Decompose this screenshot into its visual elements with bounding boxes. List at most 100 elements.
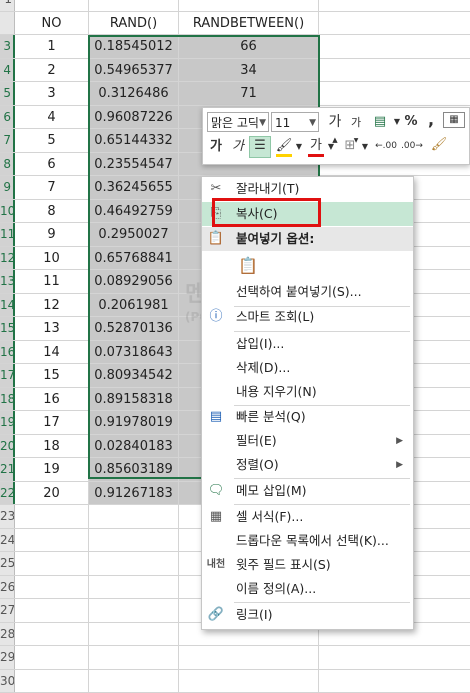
row-header[interactable]: 17	[0, 364, 15, 387]
row-header[interactable]: 14	[0, 294, 15, 317]
fill-color-icon[interactable]: 🖌	[275, 137, 293, 155]
cell-randbetween[interactable]: 66	[179, 35, 319, 58]
cell-no[interactable]: 19	[15, 458, 89, 481]
cell-no[interactable]: 1	[15, 35, 89, 58]
cell[interactable]	[89, 623, 179, 646]
row-header[interactable]: 1	[0, 0, 15, 11]
row-header[interactable]: 12	[0, 247, 15, 270]
cell[interactable]	[15, 529, 89, 552]
row-header[interactable]: 9	[0, 176, 15, 199]
cell-rand[interactable]: 0.89158318	[89, 388, 179, 411]
row-header[interactable]: 6	[0, 106, 15, 129]
row-header[interactable]: 8	[0, 153, 15, 176]
menu-item-paste-special[interactable]: 선택하여 붙여넣기(S)...	[202, 280, 413, 304]
menu-item-filter[interactable]: 필터(E) ▶	[202, 429, 413, 453]
cell[interactable]	[179, 646, 319, 669]
cell[interactable]	[15, 646, 89, 669]
row-header[interactable]: 29	[0, 646, 15, 669]
row-header[interactable]: 3	[0, 35, 15, 58]
cell[interactable]	[179, 0, 319, 11]
row-header[interactable]: 26	[0, 576, 15, 599]
cell-rand[interactable]: 0.2061981	[89, 294, 179, 317]
format-table-icon[interactable]: ▦	[443, 112, 465, 128]
cell-rand[interactable]: 0.91267183	[89, 482, 179, 505]
row-header[interactable]: 28	[0, 623, 15, 646]
row-header[interactable]: 22	[0, 482, 15, 505]
menu-item-sort[interactable]: 정렬(O) ▶	[202, 453, 413, 477]
menu-item-define-name[interactable]: 이름 정의(A)...	[202, 577, 413, 601]
format-painter-icon[interactable]: 🖌	[429, 136, 449, 154]
cell[interactable]	[15, 505, 89, 528]
align-center-icon[interactable]: ☰	[249, 136, 271, 158]
cell-rand[interactable]: 0.02840183	[89, 435, 179, 458]
menu-item-phonetic[interactable]: 내천 윗주 필드 표시(S)	[202, 553, 413, 577]
row-header[interactable]: 24	[0, 529, 15, 552]
row-header[interactable]: 11	[0, 223, 15, 246]
column-header-no[interactable]: NO	[15, 12, 89, 35]
row-header[interactable]: 30	[0, 670, 15, 693]
percent-button[interactable]: %	[403, 113, 419, 131]
row-header[interactable]: 10	[0, 200, 15, 223]
menu-item-cut[interactable]: ✂ 잘라내기(T)	[202, 177, 413, 201]
row-header[interactable]: 25	[0, 552, 15, 575]
cell[interactable]	[319, 12, 470, 35]
font-name-box[interactable]: 맑은 고딕 ▼	[207, 112, 269, 132]
decrease-decimal-button[interactable]: .00→	[401, 137, 423, 155]
cell[interactable]	[319, 82, 470, 105]
cell[interactable]	[89, 0, 179, 11]
cell[interactable]	[15, 623, 89, 646]
cell-randbetween[interactable]: 71	[179, 82, 319, 105]
cell[interactable]	[89, 599, 179, 622]
cell-rand[interactable]: 0.80934542	[89, 364, 179, 387]
cell-rand[interactable]: 0.2950027	[89, 223, 179, 246]
cell[interactable]	[15, 552, 89, 575]
column-header-rand[interactable]: RAND()	[89, 12, 179, 35]
row-header[interactable]: 15	[0, 317, 15, 340]
cell-no[interactable]: 15	[15, 364, 89, 387]
cell-rand[interactable]: 0.36245655	[89, 176, 179, 199]
row-header[interactable]: 19	[0, 411, 15, 434]
comma-button[interactable]: ,	[425, 111, 437, 129]
cell-rand[interactable]: 0.18545012	[89, 35, 179, 58]
menu-item-insert-comment[interactable]: 🗨 메모 삽입(M)	[202, 479, 413, 503]
cell-rand[interactable]: 0.23554547	[89, 153, 179, 176]
cell-rand[interactable]: 0.08929056	[89, 270, 179, 293]
cell[interactable]	[319, 0, 470, 11]
menu-item-pick-dropdown[interactable]: 드롭다운 목록에서 선택(K)...	[202, 529, 413, 553]
menu-item-link[interactable]: 🔗 링크(I)	[202, 603, 413, 627]
cell-rand[interactable]: 0.85603189	[89, 458, 179, 481]
cell[interactable]	[89, 576, 179, 599]
cell[interactable]	[89, 670, 179, 693]
row-header[interactable]: 5	[0, 82, 15, 105]
cell-no[interactable]: 11	[15, 270, 89, 293]
cell-rand[interactable]: 0.07318643	[89, 341, 179, 364]
chevron-down-icon[interactable]: ▼	[393, 113, 401, 131]
row-header[interactable]: 27	[0, 599, 15, 622]
cell-no[interactable]: 2	[15, 59, 89, 82]
font-size-box[interactable]: 11 ▼	[271, 112, 319, 132]
cell[interactable]	[319, 670, 470, 693]
menu-item-delete[interactable]: 삭제(D)...	[202, 356, 413, 380]
cell[interactable]	[89, 646, 179, 669]
cell-no[interactable]: 10	[15, 247, 89, 270]
cell[interactable]	[319, 35, 470, 58]
row-header[interactable]: 18	[0, 388, 15, 411]
chevron-down-icon[interactable]: ▼	[295, 138, 303, 156]
menu-item-clear[interactable]: 내용 지우기(N)	[202, 380, 413, 404]
cell-no[interactable]: 7	[15, 176, 89, 199]
cell[interactable]	[15, 0, 89, 11]
cell[interactable]	[319, 59, 470, 82]
column-header-randbetween[interactable]: RANDBETWEEN()	[179, 12, 319, 35]
cell-no[interactable]: 20	[15, 482, 89, 505]
cell-no[interactable]: 14	[15, 341, 89, 364]
cell-rand[interactable]: 0.65768841	[89, 247, 179, 270]
border-icon[interactable]: ⊞	[341, 137, 359, 155]
cell-rand[interactable]: 0.3126486	[89, 82, 179, 105]
increase-decimal-button[interactable]: ←.00	[375, 137, 397, 155]
row-header[interactable]	[0, 12, 15, 35]
row-header[interactable]: 7	[0, 129, 15, 152]
cell[interactable]	[89, 505, 179, 528]
paste-option-button[interactable]: 📋	[202, 252, 413, 280]
row-header[interactable]: 23	[0, 505, 15, 528]
cell-no[interactable]: 13	[15, 317, 89, 340]
